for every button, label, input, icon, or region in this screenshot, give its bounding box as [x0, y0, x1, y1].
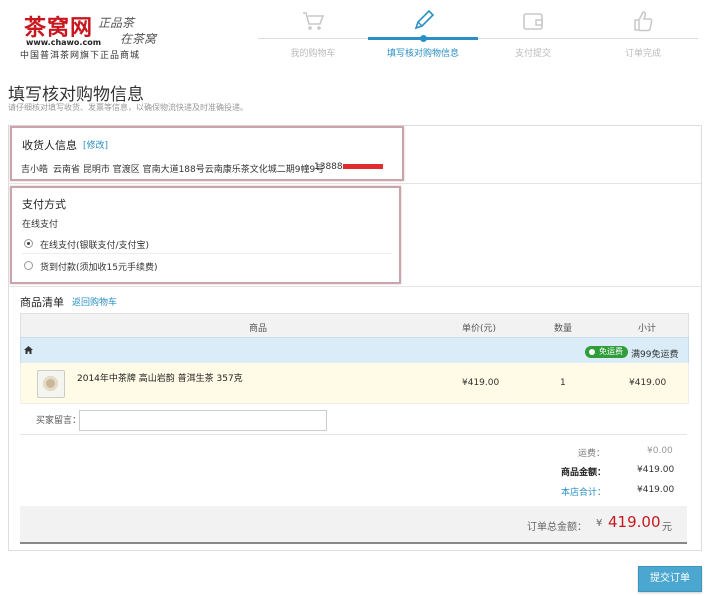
page-subtitle: 请仔细核对填写收货、发票等信息，以确保物流快递及时准确投递。: [8, 103, 248, 112]
step-current-dot: [420, 35, 427, 42]
payment-option-label: 货到付款(须加收15元手续费): [40, 263, 158, 273]
shop-row: 免运费 满99免运费: [20, 337, 689, 365]
summary-box: 运费： ¥0.00 商品金额： ¥419.00 本店合计： ¥419.00: [20, 434, 687, 508]
order-total-value: 419.00: [608, 513, 661, 531]
back-to-cart-link[interactable]: 返回购物车: [72, 295, 117, 308]
submit-order-button[interactable]: 提交订单: [638, 566, 702, 592]
shipping-label: 运费：: [578, 449, 606, 459]
product-name[interactable]: 2014年中茶牌 高山岩韵 普洱生茶 357克: [77, 371, 243, 384]
radio-cod[interactable]: [24, 261, 33, 270]
radio-online[interactable]: [24, 239, 33, 248]
section-divider: [9, 183, 701, 184]
wallet-icon: [523, 13, 543, 30]
step-fill-info: 填写核对购物信息: [368, 8, 478, 59]
redacted-mark: [343, 164, 383, 169]
payment-option-label: 在线支付(银联支付/支付宝): [40, 241, 150, 251]
product-price: ¥419.00: [462, 378, 500, 388]
table-row: 2014年中茶牌 高山岩韵 普洱生茶 357克 ¥419.00 1 ¥419.0…: [20, 363, 689, 404]
col-subtotal: 小计: [638, 324, 657, 334]
payment-group-label: 在线支付: [22, 220, 59, 230]
step-done: 订单完成: [588, 8, 698, 59]
remark-label: 买家留言：: [36, 416, 82, 426]
step-label: 订单完成: [624, 49, 661, 59]
order-total-currency: ¥: [596, 518, 603, 529]
shop-total-label: 本店合计：: [561, 488, 607, 498]
shipping-value: ¥0.00: [647, 446, 673, 456]
order-total-bar: 订单总金额： ¥ 419.00 元: [20, 506, 687, 544]
site-logo[interactable]: 茶窝网 正品茶 在茶窝 www.chawo.com 中国普洱茶网旗下正品商城: [20, 10, 180, 61]
goods-amount-value: ¥419.00: [637, 465, 675, 475]
product-subtotal: ¥419.00: [629, 378, 667, 388]
col-qty: 数量: [554, 324, 573, 334]
col-product: 商品: [249, 324, 268, 334]
shop-total-value: ¥419.00: [637, 485, 675, 495]
col-price: 单价(元): [462, 324, 497, 334]
step-label: 支付提交: [514, 49, 551, 59]
pencil-icon: [414, 9, 435, 30]
receiver-section: 收货人信息 [修改] 吉小皓 云南省 昆明市 官渡区 官南大道188号云南康乐茶…: [10, 126, 404, 181]
logo-site: www.chawo.com: [26, 38, 102, 47]
product-qty: 1: [560, 378, 566, 388]
goods-amount-label: 商品金额：: [561, 468, 607, 478]
receiver-name: 吉小皓: [21, 165, 49, 175]
step-line: [258, 38, 698, 39]
step-label: 我的购物车: [290, 49, 336, 59]
step-pay: 支付提交: [478, 8, 588, 59]
goods-title: 商品清单: [20, 296, 64, 309]
logo-slogan-2: 在茶窝: [120, 32, 157, 46]
payment-option-online[interactable]: 在线支付(银联支付/支付宝): [22, 232, 392, 254]
free-shipping-rule: 满99免运费: [631, 350, 679, 360]
section-divider: [9, 286, 701, 287]
checkout-steps: 我的购物车 填写核对购物信息 支付提交 订单完成: [258, 8, 698, 60]
edit-receiver-link[interactable]: [修改]: [83, 138, 108, 151]
thumbs-up-icon: [634, 11, 653, 32]
receiver-address: 云南省 昆明市 官渡区 官南大道188号云南康乐茶文化城二期9幢9号: [53, 165, 325, 175]
payment-title: 支付方式: [22, 198, 66, 211]
step-cart: 我的购物车: [258, 8, 368, 59]
remark-input[interactable]: [79, 410, 327, 431]
order-total-unit: 元: [662, 522, 672, 533]
order-total-label: 订单总金额：: [527, 522, 587, 533]
receiver-phone: 13888: [314, 162, 343, 172]
home-icon: [24, 346, 33, 354]
payment-section: 支付方式 在线支付 在线支付(银联支付/支付宝) 货到付款(须加收15元手续费): [10, 186, 401, 284]
logo-tagline: 中国普洱茶网旗下正品商城: [20, 51, 141, 61]
step-label: 填写核对购物信息: [386, 49, 459, 59]
payment-option-cod[interactable]: 货到付款(须加收15元手续费): [22, 256, 392, 274]
receiver-title: 收货人信息: [22, 139, 77, 152]
free-shipping-badge: 免运费: [585, 346, 628, 358]
product-thumbnail[interactable]: [37, 370, 65, 398]
cart-icon: [303, 12, 325, 30]
logo-slogan-1: 正品茶: [98, 16, 135, 30]
goods-table-header: 商品 单价(元) 数量 小计: [20, 313, 689, 337]
